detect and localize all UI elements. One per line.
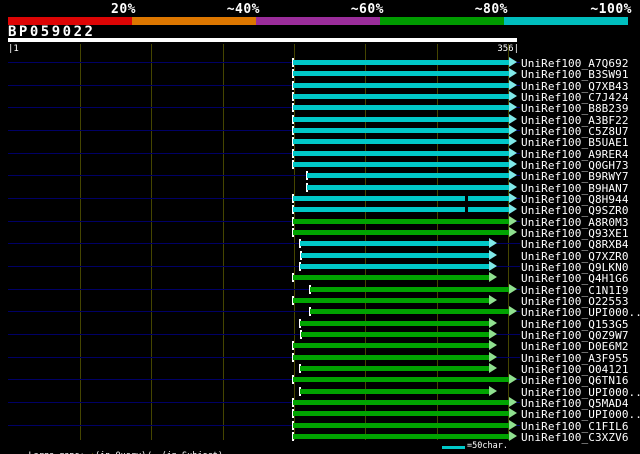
hit-bar[interactable] [292, 207, 509, 212]
hit-bar[interactable] [309, 309, 509, 314]
hit-bar[interactable] [292, 377, 509, 382]
hit-bar[interactable] [292, 219, 509, 224]
hit-bar[interactable] [299, 264, 489, 269]
hit-bar[interactable] [292, 411, 509, 416]
hit-label[interactable]: UniRef100_C3XZV6 [521, 431, 629, 444]
hit-bar[interactable] [299, 241, 489, 246]
hit-arrowhead-icon [489, 250, 497, 260]
hit-bar[interactable] [292, 162, 509, 167]
hit-arrowhead-icon [509, 57, 517, 67]
hit-arrowhead-icon [489, 363, 497, 373]
hit-bar[interactable] [292, 83, 509, 88]
position-gridline [151, 44, 152, 440]
hit-arrowhead-icon [489, 295, 497, 305]
position-gridline [79, 44, 81, 440]
hit-arrowhead-icon [509, 102, 517, 112]
hit-arrowhead-icon [509, 216, 517, 226]
hit-arrowhead-icon [509, 182, 517, 192]
hit-bar[interactable] [292, 434, 509, 439]
hit-bar[interactable] [309, 287, 509, 292]
hit-bar[interactable] [292, 105, 509, 110]
hit-bar[interactable] [292, 151, 509, 156]
hit-arrowhead-icon [509, 148, 517, 158]
hit-arrowhead-icon [509, 80, 517, 90]
hit-arrowhead-icon [489, 272, 497, 282]
hit-bar[interactable] [292, 60, 509, 65]
hit-bar[interactable] [292, 71, 509, 76]
hit-bar[interactable] [299, 366, 489, 371]
hit-bar[interactable] [301, 253, 489, 258]
hit-arrowhead-icon [509, 306, 517, 316]
hit-arrowhead-icon [509, 420, 517, 430]
hit-bar[interactable] [292, 128, 509, 133]
hit-map: UniRef100_A7Q692 UniRef100_B3SW91 UniRef10… [0, 0, 640, 454]
hit-arrowhead-icon [489, 261, 497, 271]
hit-arrowhead-icon [509, 159, 517, 169]
hit-arrowhead-icon [489, 352, 497, 362]
hit-bar[interactable] [292, 275, 489, 280]
hit-bar[interactable] [292, 343, 489, 348]
hit-bar[interactable] [292, 423, 509, 428]
hit-arrowhead-icon [489, 318, 497, 328]
hit-arrowhead-icon [489, 386, 497, 396]
hit-bar[interactable] [292, 400, 509, 405]
subject-gap-mark [464, 207, 468, 212]
hit-arrowhead-icon [489, 340, 497, 350]
hit-bar[interactable] [299, 321, 489, 326]
hit-arrowhead-icon [509, 193, 517, 203]
hit-arrowhead-icon [489, 238, 497, 248]
hit-bar[interactable] [292, 196, 509, 201]
hit-bar[interactable] [292, 94, 509, 99]
hit-bar[interactable] [292, 355, 489, 360]
hit-arrowhead-icon [489, 329, 497, 339]
hit-arrowhead-icon [509, 136, 517, 146]
hit-arrowhead-icon [509, 284, 517, 294]
hit-bar[interactable] [306, 185, 509, 190]
hit-arrowhead-icon [509, 204, 517, 214]
fifty-char-label: =50char. [467, 441, 508, 451]
hit-arrowhead-icon [509, 170, 517, 180]
hit-arrowhead-icon [509, 114, 517, 124]
hit-arrowhead-icon [509, 125, 517, 135]
fifty-char-marker-icon [442, 446, 465, 449]
hit-arrowhead-icon [509, 227, 517, 237]
hit-arrowhead-icon [509, 431, 517, 441]
subject-gap-mark [464, 196, 468, 201]
hit-arrowhead-icon [509, 397, 517, 407]
hit-bar[interactable] [301, 332, 489, 337]
hit-bar[interactable] [292, 298, 489, 303]
gaps-legend: Large gaps: ▲(in Query)/- (in Subject) [8, 441, 223, 454]
hit-arrowhead-icon [509, 374, 517, 384]
hit-bar[interactable] [306, 173, 509, 178]
position-gridline [222, 44, 224, 440]
hit-arrowhead-icon [509, 91, 517, 101]
hit-bar[interactable] [292, 139, 509, 144]
hit-bar[interactable] [292, 230, 509, 235]
hit-bar[interactable] [299, 389, 489, 394]
hit-arrowhead-icon [509, 68, 517, 78]
hit-arrowhead-icon [509, 408, 517, 418]
hit-bar[interactable] [292, 117, 509, 122]
alignview-screen: 20% ~40% ~60% ~80% ~100% BP059022 AlignView.… [0, 0, 640, 454]
